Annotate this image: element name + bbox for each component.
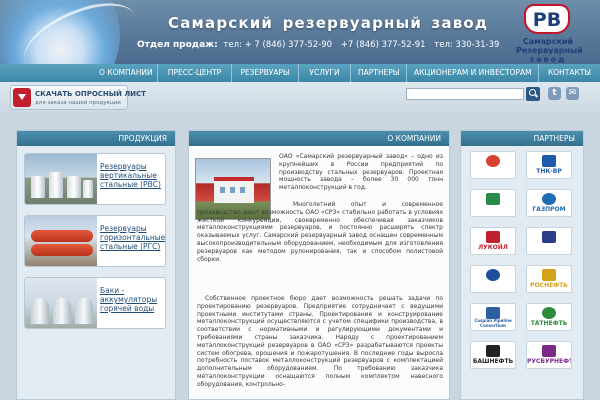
nav-item-tanks[interactable]: РЕЗЕРВУАРЫ <box>231 64 298 82</box>
twitter-icon[interactable]: t <box>548 87 561 100</box>
partner-name: РУСБУРНЕФТЬ <box>527 358 571 365</box>
partner-emblem-icon <box>486 155 500 167</box>
partners-heading: ПАРТНЕРЫ <box>461 131 583 146</box>
products-heading: ПРОДУКЦИЯ <box>17 131 175 146</box>
phone-3: тел: 330-31-39 <box>434 40 500 50</box>
partner-logo-6[interactable] <box>526 227 572 255</box>
partner-logo-11[interactable]: БАШНЕФТЬ <box>470 341 516 369</box>
mail-icon[interactable]: ✉ <box>566 87 579 100</box>
product-card-baki[interactable]: Баки - аккумуляторы горячей воды <box>24 277 166 329</box>
partner-name: ТАТНЕФТЬ <box>530 320 568 327</box>
partner-logo-1[interactable] <box>470 151 516 179</box>
product-image-rgs <box>25 216 97 266</box>
product-card-rgs[interactable]: Резервуары горизонтальные стальные (РГС) <box>24 215 166 267</box>
partner-emblem-icon <box>542 193 556 205</box>
phone-2: +7 (846) 377-52-91 <box>340 40 426 50</box>
product-label-baki[interactable]: Баки - аккумуляторы горячей воды <box>100 286 165 313</box>
company-logo[interactable]: РВ Самарский Резервуарный завод <box>516 4 583 64</box>
site-header: Самарский резервуарный завод Отдел прода… <box>0 0 600 64</box>
partner-name: БАШНЕФТЬ <box>472 358 514 365</box>
partner-logo-7[interactable] <box>470 265 516 293</box>
partner-name: ГАЗПРОМ <box>532 206 566 213</box>
nav-item-contacts[interactable]: КОНТАКТЫ <box>538 64 600 82</box>
download-title: СКАЧАТЬ ОПРОСНЫЙ ЛИСТ <box>35 90 146 98</box>
partner-name: РОСНЕФТЬ <box>530 282 568 289</box>
product-label-rgs[interactable]: Резервуары горизонтальные стальные (РГС) <box>100 224 165 251</box>
search-input[interactable] <box>406 88 524 100</box>
download-questionnaire-button[interactable]: СКАЧАТЬ ОПРОСНЫЙ ЛИСТ для заказа нашей п… <box>10 85 146 110</box>
about-heading: О КОМПАНИИ <box>189 131 449 146</box>
partner-logo-2[interactable]: ТНК-ВР <box>526 151 572 179</box>
site-title: Самарский резервуарный завод <box>168 14 489 32</box>
nav-item-investors[interactable]: АКЦИОНЕРАМ И ИНВЕСТОРАМ <box>406 64 538 82</box>
about-paragraph-2: Собственное проектное бюро дает возможно… <box>197 295 443 388</box>
product-card-rvs[interactable]: Резервуары вертикальные стальные (РВС) <box>24 153 166 205</box>
phone-1: тел: + 7 (846) 377-52-90 <box>223 40 333 50</box>
partner-emblem-icon <box>486 193 500 205</box>
about-panel: О КОМПАНИИ ОАО «Самарский резервуарный з… <box>188 130 450 400</box>
main-nav: О КОМПАНИИ ПРЕСС-ЦЕНТР РЕЗЕРВУАРЫ УСЛУГИ… <box>0 64 600 82</box>
partner-logo-9[interactable]: Caspian Pipeline Consortium <box>470 303 516 331</box>
sales-label: Отдел продаж: <box>137 40 218 50</box>
about-paragraph-1: Многолетний опыт и современное производс… <box>197 201 443 263</box>
logo-line-1: Самарский <box>522 37 574 46</box>
partner-logo-10[interactable]: ТАТНЕФТЬ <box>526 303 572 331</box>
partner-emblem-icon <box>542 307 556 319</box>
search-icon[interactable] <box>526 87 540 101</box>
partner-emblem-icon <box>542 231 556 243</box>
about-intro: ОАО «Самарский резервуарный завод» – одн… <box>279 153 443 192</box>
nav-item-services[interactable]: УСЛУГИ <box>298 64 350 82</box>
nav-item-about[interactable]: О КОМПАНИИ <box>92 64 157 82</box>
partner-emblem-icon <box>486 231 500 243</box>
sales-contacts: Отдел продаж: тел: + 7 (846) 377-52-90 +… <box>137 40 505 50</box>
partner-name: ТНК-ВР <box>536 168 562 175</box>
partner-name: ЛУКОЙЛ <box>478 244 508 251</box>
logo-line-3: завод <box>529 55 567 64</box>
partner-logo-8[interactable]: РОСНЕФТЬ <box>526 265 572 293</box>
partner-emblem-icon <box>486 345 500 357</box>
partner-emblem-icon <box>542 345 556 357</box>
partner-logo-4[interactable]: ГАЗПРОМ <box>526 189 572 217</box>
download-icon <box>13 88 31 107</box>
products-panel: ПРОДУКЦИЯ Резервуары вертикальные стальн… <box>16 130 176 400</box>
partner-logo-3[interactable] <box>470 189 516 217</box>
product-image-rvs <box>25 154 97 204</box>
logo-emblem: РВ <box>524 4 570 34</box>
logo-line-2: Резервуарный <box>516 46 583 55</box>
logo-emblem-letters: РВ <box>532 9 562 31</box>
nav-item-press[interactable]: ПРЕСС-ЦЕНТР <box>157 64 231 82</box>
partner-emblem-icon <box>542 155 556 167</box>
product-label-rvs[interactable]: Резервуары вертикальные стальные (РВС) <box>100 162 165 189</box>
product-image-baki <box>25 278 97 328</box>
partner-logo-5[interactable]: ЛУКОЙЛ <box>470 227 516 255</box>
partner-name: Caspian Pipeline Consortium <box>474 318 512 328</box>
partner-emblem-icon <box>486 269 500 281</box>
nav-item-partners[interactable]: ПАРТНЕРЫ <box>350 64 406 82</box>
partner-logo-12[interactable]: РУСБУРНЕФТЬ <box>526 341 572 369</box>
download-subtitle: для заказа нашей продукции <box>35 100 121 106</box>
partner-emblem-icon <box>542 269 556 281</box>
